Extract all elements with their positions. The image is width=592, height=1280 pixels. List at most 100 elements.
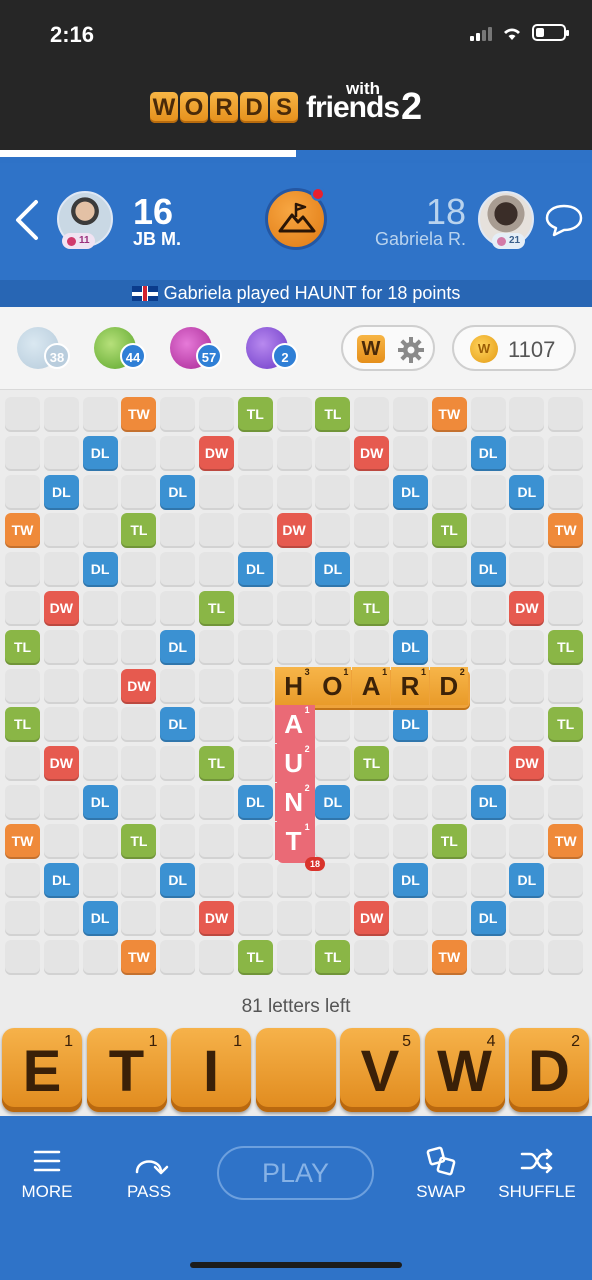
board-cell-dl[interactable]: DL [393,862,428,898]
board-cell[interactable] [354,474,390,510]
board-cell[interactable] [121,435,157,471]
board-cell-dl[interactable]: DL [470,901,506,937]
board-cell[interactable] [509,513,545,549]
board-cell-dl[interactable]: DL [82,901,118,937]
board-cell[interactable] [354,707,390,743]
board-cell[interactable] [43,629,79,665]
board-cell[interactable] [43,785,79,820]
board-cell[interactable] [315,746,351,782]
board-cell[interactable] [43,513,79,549]
board-cell[interactable] [431,629,467,665]
board-cell-dw[interactable]: DW [199,435,234,471]
board-cell[interactable] [548,591,584,626]
board-cell[interactable] [82,823,118,859]
board-cell[interactable] [43,397,79,432]
board-cell-dl[interactable]: DL [82,435,118,471]
board-cell[interactable] [393,513,428,549]
board-cell-dl[interactable]: DL [82,552,118,588]
board-cell[interactable] [160,785,196,820]
board-cell-dw[interactable]: DW [43,591,79,626]
board-cell-tw[interactable]: TW [431,397,467,432]
shuffle-button[interactable]: SHUFFLE [492,1146,582,1202]
board-cell[interactable] [470,591,506,626]
board-cell[interactable] [354,940,390,976]
pass-button[interactable]: PASS [104,1146,194,1202]
board-cell[interactable] [5,435,40,471]
board-cell[interactable] [237,629,273,665]
board-cell-tl[interactable]: TL [199,591,234,626]
board-cell[interactable] [509,785,545,820]
board-cell[interactable] [43,552,79,588]
board-cell[interactable] [548,862,584,898]
board-cell[interactable] [82,707,118,743]
board-cell-tl[interactable]: TL [121,823,157,859]
board-cell[interactable] [431,707,467,743]
rack-tile[interactable]: E1 [2,1028,82,1112]
board-cell[interactable] [431,862,467,898]
board-cell[interactable] [160,668,196,704]
board-cell[interactable] [199,474,234,510]
wordbar-settings-button[interactable]: W [341,325,435,371]
board-cell-tl[interactable]: TL [199,746,234,782]
board-cell[interactable] [354,785,390,820]
board-cell[interactable] [354,629,390,665]
board-cell-tw[interactable]: TW [431,940,467,976]
rack-tile[interactable]: W4 [424,1028,505,1112]
board-cell[interactable] [160,823,196,859]
board-cell[interactable] [237,823,273,859]
board-cell[interactable] [199,823,234,859]
board-cell[interactable] [199,513,234,549]
board-cell[interactable] [160,591,196,626]
board-cell-tl[interactable]: TL [431,823,467,859]
board-cell-tl[interactable]: TL [354,746,390,782]
board-cell[interactable] [121,746,157,782]
board-cell[interactable] [509,901,545,937]
board-cell[interactable] [121,591,157,626]
board-cell[interactable] [82,513,118,549]
board-cell[interactable] [5,397,40,432]
board-cell[interactable] [5,785,40,820]
board-cell-tl[interactable]: TL [315,940,351,976]
board-cell-tl[interactable]: TL [5,707,40,743]
board-cell[interactable] [548,668,584,704]
board-cell[interactable] [509,397,545,432]
board-cell-tl[interactable]: TL [431,513,467,549]
board-cell-tl[interactable]: TL [354,591,390,626]
board-cell[interactable] [237,746,273,782]
board-cell[interactable] [393,552,428,588]
board-cell[interactable] [470,397,506,432]
board-cell-dw[interactable]: DW [509,746,545,782]
board-cell[interactable] [470,474,506,510]
board-cell[interactable] [160,746,196,782]
board-cell[interactable] [548,397,584,432]
board-cell[interactable] [509,707,545,743]
board-cell-tl[interactable]: TL [5,629,40,665]
board-cell[interactable] [315,591,351,626]
board-cell-dl[interactable]: DL [393,629,428,665]
board-cell-tl[interactable]: TL [548,629,584,665]
board-cell-dw[interactable]: DW [354,901,390,937]
board-cell[interactable] [160,513,196,549]
board-cell[interactable] [5,474,40,510]
board-cell[interactable] [199,785,234,820]
board-cell-tl[interactable]: TL [315,397,351,432]
board-cell[interactable] [431,591,467,626]
board-cell[interactable] [82,940,118,976]
board-cell[interactable] [393,746,428,782]
board-cell[interactable] [43,823,79,859]
board-cell[interactable] [470,862,506,898]
board-cell-tw[interactable]: TW [5,823,40,859]
board-cell[interactable] [276,629,312,665]
board-cell[interactable] [160,435,196,471]
board-cell[interactable] [393,901,428,937]
board-cell[interactable] [43,668,79,704]
board-cell[interactable] [470,940,506,976]
board-cell[interactable] [276,474,312,510]
board-cell[interactable] [121,785,157,820]
board-cell-dw[interactable]: DW [43,746,79,782]
board-cell[interactable] [160,940,196,976]
board-cell[interactable] [199,668,234,704]
board-cell[interactable] [431,474,467,510]
board-cell[interactable] [548,746,584,782]
board-cell[interactable] [315,707,351,743]
